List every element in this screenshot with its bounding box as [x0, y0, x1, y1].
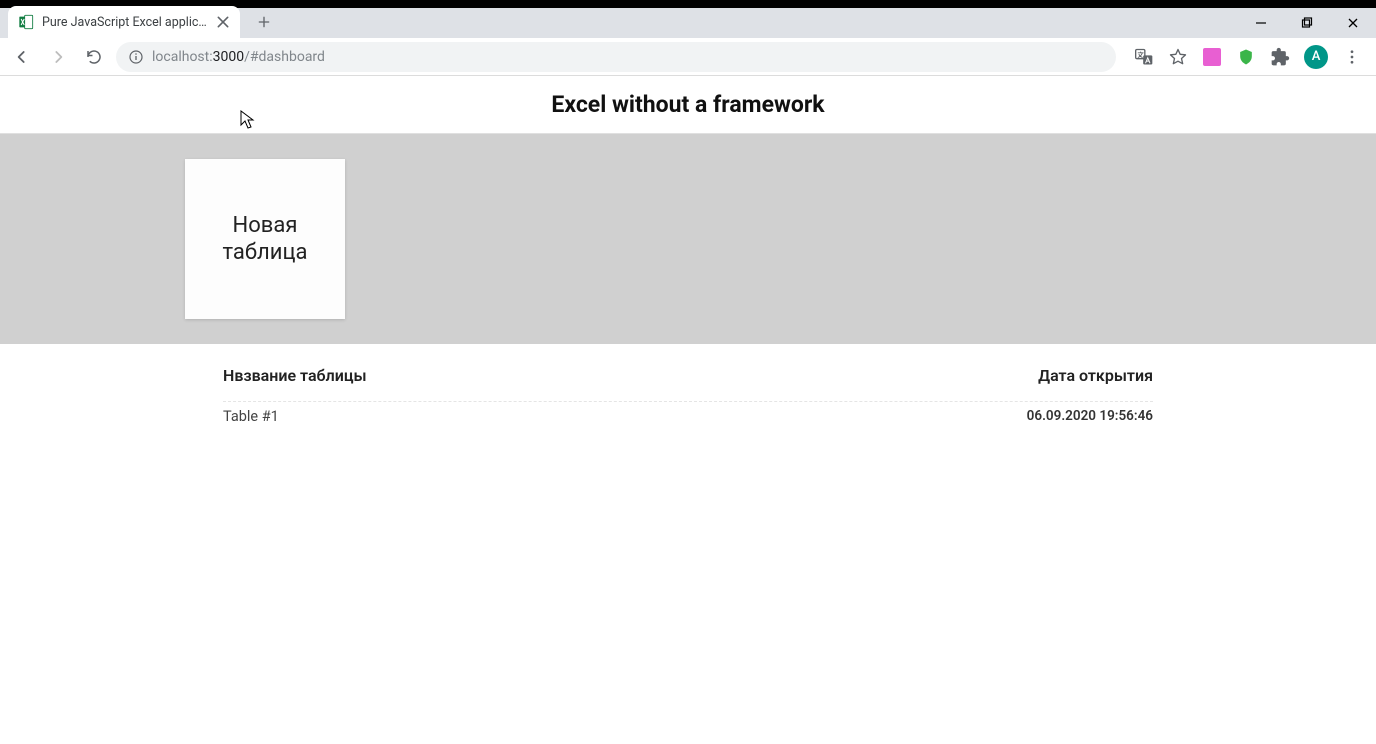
window-minimize-button[interactable] — [1238, 8, 1284, 38]
tab-title: Pure JavaScript Excel application — [42, 15, 208, 30]
tables-list-header: Нвзвание таблицы Дата открытия — [223, 362, 1153, 401]
bookmark-star-icon[interactable] — [1168, 47, 1188, 67]
address-bar[interactable]: localhost:3000/#dashboard — [116, 42, 1116, 72]
nav-forward-button[interactable] — [44, 43, 72, 71]
nav-reload-button[interactable] — [80, 43, 108, 71]
extensions-puzzle-icon[interactable] — [1270, 47, 1290, 67]
page-title: Excel without a framework — [551, 91, 824, 118]
toolbar-right-icons: A — [1124, 45, 1368, 69]
extension-shield-icon[interactable] — [1236, 47, 1256, 67]
new-tab-button[interactable] — [250, 8, 278, 36]
browser-window: Pure JavaScript Excel application lo — [0, 0, 1376, 744]
tab-close-icon[interactable] — [216, 15, 230, 29]
tab-strip: Pure JavaScript Excel application — [0, 0, 1376, 38]
site-info-icon — [128, 49, 144, 65]
window-close-button[interactable] — [1330, 8, 1376, 38]
column-date-header: Дата открытия — [1038, 366, 1153, 385]
tables-list: Нвзвание таблицы Дата открытия Table #1 … — [0, 344, 1376, 431]
url-text: localhost:3000/#dashboard — [152, 49, 325, 65]
page-viewport: Excel without a framework Новая таблица … — [0, 76, 1376, 744]
new-table-card[interactable]: Новая таблица — [185, 159, 345, 319]
browser-toolbar: localhost:3000/#dashboard A — [0, 38, 1376, 76]
table-name: Table #1 — [223, 408, 279, 425]
chrome-menu-icon[interactable] — [1342, 47, 1362, 67]
excel-favicon-icon — [18, 14, 34, 30]
extension-pink-icon[interactable] — [1202, 47, 1222, 67]
window-maximize-button[interactable] — [1284, 8, 1330, 38]
avatar-letter: A — [1312, 49, 1321, 64]
translate-icon[interactable] — [1134, 47, 1154, 67]
new-table-label: Новая таблица — [223, 212, 308, 267]
profile-avatar[interactable]: A — [1304, 45, 1328, 69]
page-header: Excel without a framework — [0, 76, 1376, 134]
window-controls — [1238, 8, 1376, 38]
table-opened-date: 06.09.2020 19:56:46 — [1027, 408, 1153, 425]
table-row[interactable]: Table #1 06.09.2020 19:56:46 — [223, 401, 1153, 431]
column-name-header: Нвзвание таблицы — [223, 366, 367, 385]
dashboard-strip: Новая таблица — [0, 134, 1376, 344]
nav-back-button[interactable] — [8, 43, 36, 71]
browser-tab[interactable]: Pure JavaScript Excel application — [8, 6, 240, 38]
